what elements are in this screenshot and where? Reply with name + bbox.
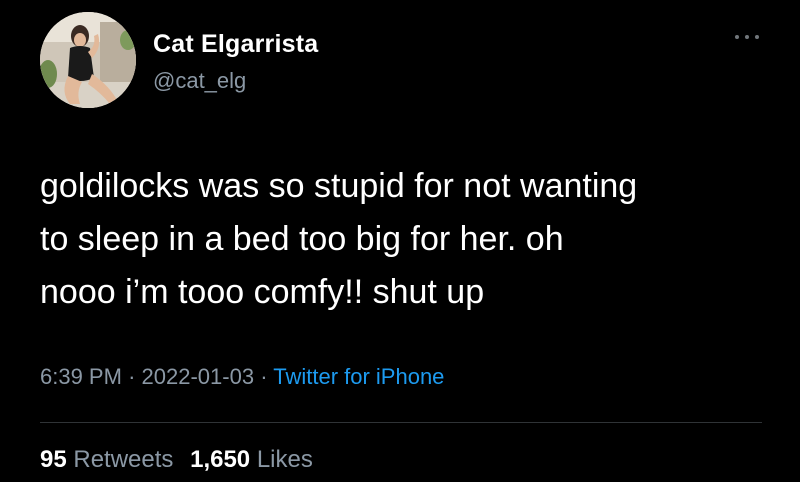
meta-separator: ·	[128, 364, 136, 389]
tweet-meta: 6:39 PM · 2022-01-03 · Twitter for iPhon…	[40, 364, 444, 390]
author-display-name[interactable]: Cat Elgarrista	[153, 30, 318, 59]
likes-label: Likes	[256, 446, 313, 473]
retweets-count: 95	[40, 446, 67, 473]
likes-count: 1,650	[190, 446, 251, 473]
retweets-label: Retweets	[73, 446, 174, 473]
retweets-stat[interactable]: 95 Retweets	[40, 446, 173, 473]
meta-separator: ·	[260, 364, 268, 389]
likes-stat[interactable]: 1,650 Likes	[190, 446, 313, 473]
more-options-icon[interactable]	[732, 30, 762, 44]
tweet-date[interactable]: 2022-01-03	[142, 364, 255, 389]
more-dot	[755, 35, 759, 39]
tweet-source-link[interactable]: Twitter for iPhone	[273, 364, 444, 389]
divider	[40, 422, 762, 423]
avatar-photo	[40, 12, 136, 108]
tweet-card: Cat Elgarrista @cat_elg goldilocks was s…	[0, 0, 800, 482]
author-handle[interactable]: @cat_elg	[153, 68, 246, 94]
more-dot	[745, 35, 749, 39]
more-dot	[735, 35, 739, 39]
author-avatar[interactable]	[40, 12, 136, 108]
tweet-stats: 95 Retweets 1,650 Likes	[40, 446, 313, 474]
tweet-text: goldilocks was so stupid for not wanting…	[40, 167, 638, 311]
tweet-time[interactable]: 6:39 PM	[40, 364, 122, 389]
